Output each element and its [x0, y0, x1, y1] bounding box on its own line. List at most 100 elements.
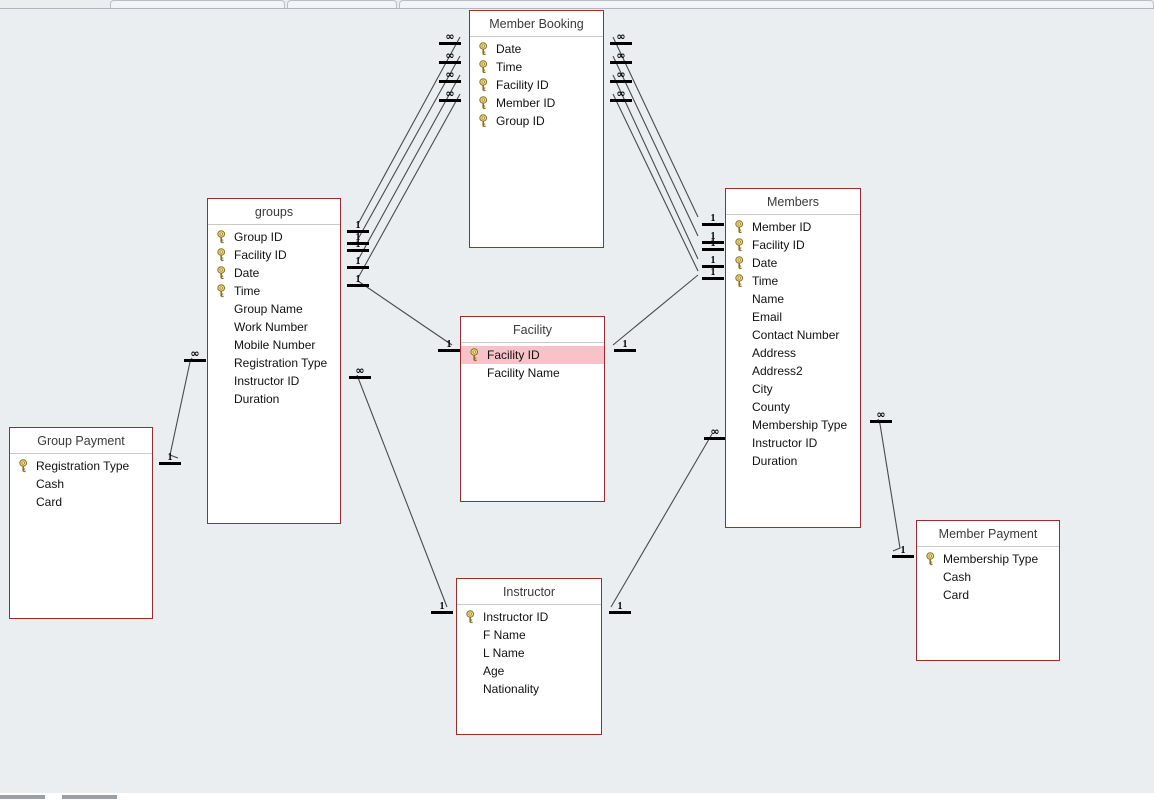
primary-key-icon — [216, 266, 231, 280]
cardinality-marker-groups-bottom-inf: ∞ — [347, 365, 373, 379]
cardinality-marker-mb-right-1: ∞ — [608, 31, 634, 45]
cardinality-symbol: 1 — [446, 339, 452, 350]
field-row[interactable]: Instructor ID — [208, 372, 340, 390]
field-row[interactable]: Member ID — [470, 94, 603, 112]
cardinality-symbol: 1 — [439, 601, 445, 612]
field-row[interactable]: Age — [457, 662, 601, 680]
field-row[interactable]: Date — [470, 40, 603, 58]
field-name: Member ID — [752, 220, 812, 234]
entity-table-member_booking[interactable]: Member Booking Date Time Facility ID Member … — [469, 10, 604, 248]
field-row[interactable]: Address — [726, 344, 860, 362]
tab-strip — [0, 0, 1154, 9]
primary-key-icon — [734, 238, 749, 252]
entity-table-instructor[interactable]: Instructor Instructor ID F Name L Name Age Na… — [456, 578, 602, 735]
field-list-members: Member ID Facility ID Date Time Name Email Con… — [726, 215, 860, 470]
field-row[interactable]: Facility Name — [461, 364, 604, 382]
entity-table-member_payment[interactable]: Member Payment Membership Type Cash Card — [916, 520, 1060, 661]
scrollbar-thumb-left[interactable] — [0, 795, 45, 799]
horizontal-scrollbar[interactable] — [0, 793, 1154, 801]
field-name: Facility ID — [496, 78, 549, 92]
field-row[interactable]: City — [726, 380, 860, 398]
field-row[interactable]: Membership Type — [726, 416, 860, 434]
field-row[interactable]: Duration — [726, 452, 860, 470]
field-row[interactable]: Time — [208, 282, 340, 300]
field-name: Membership Type — [752, 418, 848, 432]
field-name: Date — [234, 266, 260, 280]
field-row[interactable]: Work Number — [208, 318, 340, 336]
primary-key-icon — [216, 230, 231, 244]
relationships-canvas: ∞ ∞ ∞ ∞ ∞ ∞ ∞ ∞ 1 1 1 1 1 1 1 1 1 1 1 1 ∞ 1 ∞ 1 1 ∞ ∞ 1 Member Book… — [0, 0, 1154, 801]
cardinality-marker-mb-left-4: ∞ — [437, 88, 463, 102]
cardinality-marker-members-left-5: 1 — [700, 268, 726, 280]
field-row[interactable]: Card — [917, 586, 1059, 604]
primary-key-icon — [18, 459, 33, 473]
cardinality-marker-groups-right-4: 1 — [345, 257, 371, 269]
scrollbar-thumb[interactable] — [62, 795, 117, 799]
field-row[interactable]: L Name — [457, 644, 601, 662]
field-row[interactable]: Date — [208, 264, 340, 282]
field-name: County — [752, 400, 791, 414]
field-row[interactable]: Address2 — [726, 362, 860, 380]
field-row[interactable]: Registration Type — [208, 354, 340, 372]
field-row[interactable]: Mobile Number — [208, 336, 340, 354]
field-name: Cash — [36, 477, 65, 491]
field-row[interactable]: Name — [726, 290, 860, 308]
field-row[interactable]: Card — [10, 493, 152, 511]
field-row[interactable]: Time — [726, 272, 860, 290]
field-name: Email — [752, 310, 783, 324]
field-row[interactable]: Time — [470, 58, 603, 76]
primary-key-icon — [469, 348, 484, 362]
field-row[interactable]: Member ID — [726, 218, 860, 236]
field-row[interactable]: Contact Number — [726, 326, 860, 344]
field-name: Card — [36, 495, 63, 509]
field-row[interactable]: Membership Type — [917, 550, 1059, 568]
field-row[interactable]: Facility ID — [208, 246, 340, 264]
field-name: Address2 — [752, 364, 803, 378]
primary-key-icon — [216, 248, 231, 262]
primary-key-icon — [478, 42, 493, 56]
field-name: Date — [496, 42, 522, 56]
field-row[interactable]: Email — [726, 308, 860, 326]
entity-table-facility[interactable]: Facility Facility ID Facility Name — [460, 316, 605, 502]
field-row[interactable]: Instructor ID — [457, 608, 601, 626]
field-name: Duration — [752, 454, 798, 468]
field-name: Address — [752, 346, 797, 360]
field-row[interactable]: Nationality — [457, 680, 601, 698]
field-row[interactable]: Facility ID — [470, 76, 603, 94]
field-row[interactable]: Group Name — [208, 300, 340, 318]
field-row[interactable]: Date — [726, 254, 860, 272]
cardinality-symbol: ∞ — [445, 68, 455, 81]
primary-key-icon — [478, 114, 493, 128]
entity-table-groups[interactable]: groups Group ID Facility ID Date Time Group N… — [207, 198, 341, 524]
field-name: Group Name — [234, 302, 303, 316]
cardinality-symbol: ∞ — [445, 49, 455, 62]
field-name: Instructor ID — [234, 374, 300, 388]
field-name: Cash — [943, 570, 972, 584]
cardinality-symbol: ∞ — [190, 347, 200, 360]
field-row[interactable]: Cash — [917, 568, 1059, 586]
entity-table-group_payment[interactable]: Group Payment Registration Type Cash Card — [9, 427, 153, 619]
field-name: Membership Type — [943, 552, 1039, 566]
field-row[interactable]: Instructor ID — [726, 434, 860, 452]
field-row[interactable]: Facility ID — [461, 346, 604, 364]
table-title-member_payment: Member Payment — [917, 521, 1059, 547]
cardinality-marker-groups-right-5: 1 — [345, 275, 371, 287]
field-name: Time — [752, 274, 779, 288]
primary-key-icon — [478, 96, 493, 110]
field-row[interactable]: Facility ID — [726, 236, 860, 254]
field-row[interactable]: F Name — [457, 626, 601, 644]
cardinality-marker-grouppayment-right-1: 1 — [157, 453, 183, 465]
field-name: Nationality — [483, 682, 540, 696]
field-row[interactable]: Duration — [208, 390, 340, 408]
primary-key-icon — [734, 256, 749, 270]
cardinality-marker-members-right-inf: ∞ — [868, 409, 894, 423]
entity-table-members[interactable]: Members Member ID Facility ID Date Time Name E… — [725, 188, 861, 528]
field-row[interactable]: Cash — [10, 475, 152, 493]
field-list-facility: Facility ID Facility Name — [461, 343, 604, 382]
field-row[interactable]: Group ID — [208, 228, 340, 246]
field-row[interactable]: Group ID — [470, 112, 603, 130]
field-row[interactable]: Registration Type — [10, 457, 152, 475]
cardinality-marker-mb-right-2: ∞ — [608, 50, 634, 64]
field-row[interactable]: County — [726, 398, 860, 416]
cardinality-marker-instructor-left-1: 1 — [429, 602, 455, 614]
